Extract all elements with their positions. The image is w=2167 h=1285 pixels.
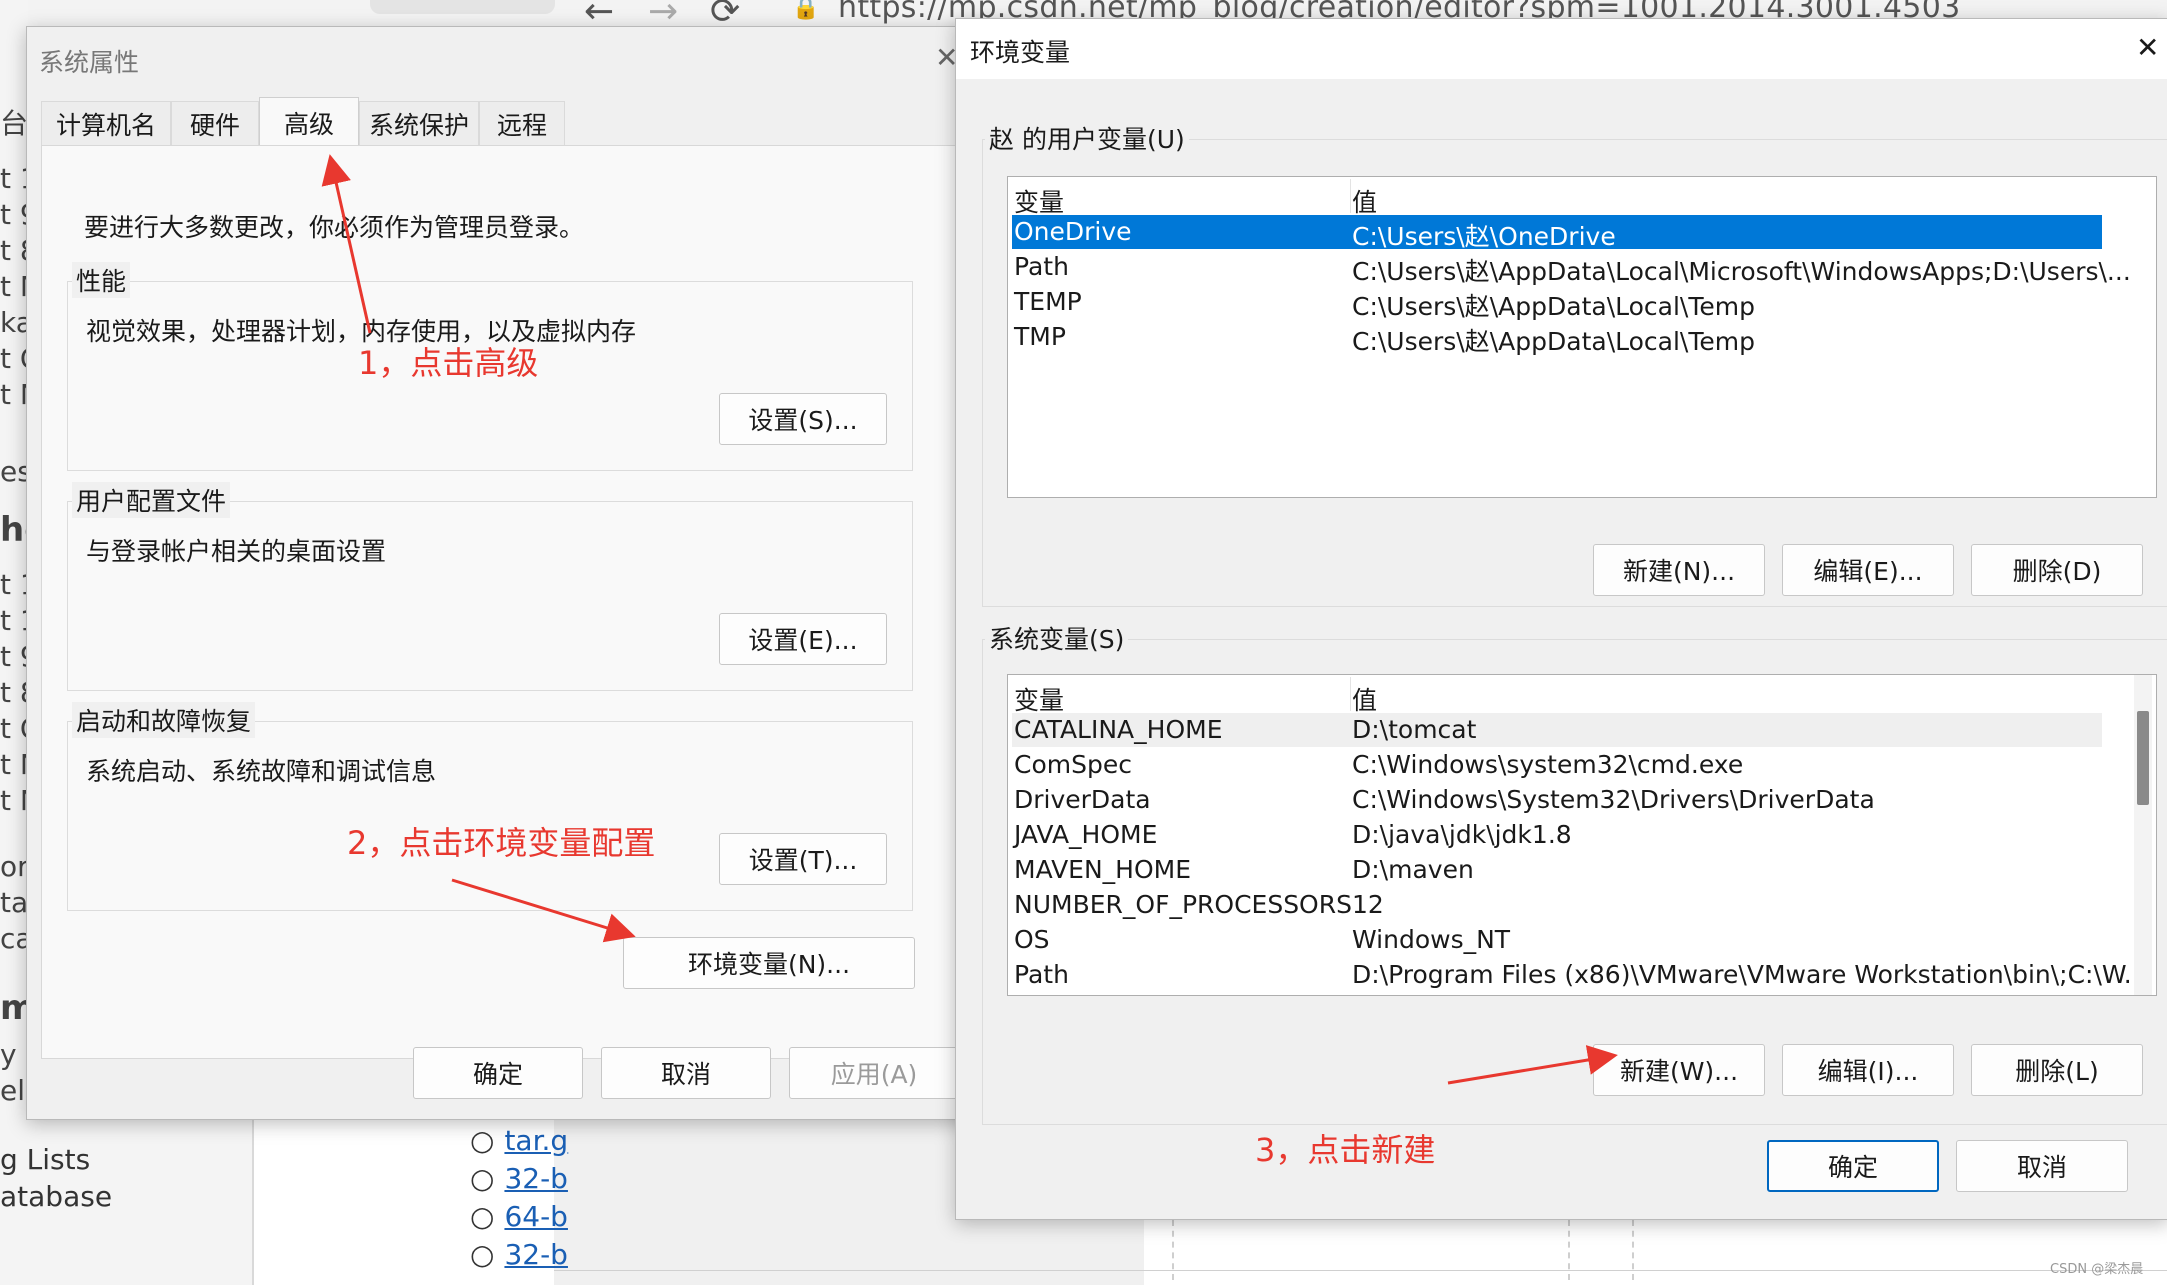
arrow-to-advanced-tab	[321, 154, 372, 334]
arrow-to-env-button	[451, 878, 636, 943]
annotation-arrows	[321, 154, 1618, 1085]
arrow-to-new-button	[1447, 1045, 1618, 1085]
